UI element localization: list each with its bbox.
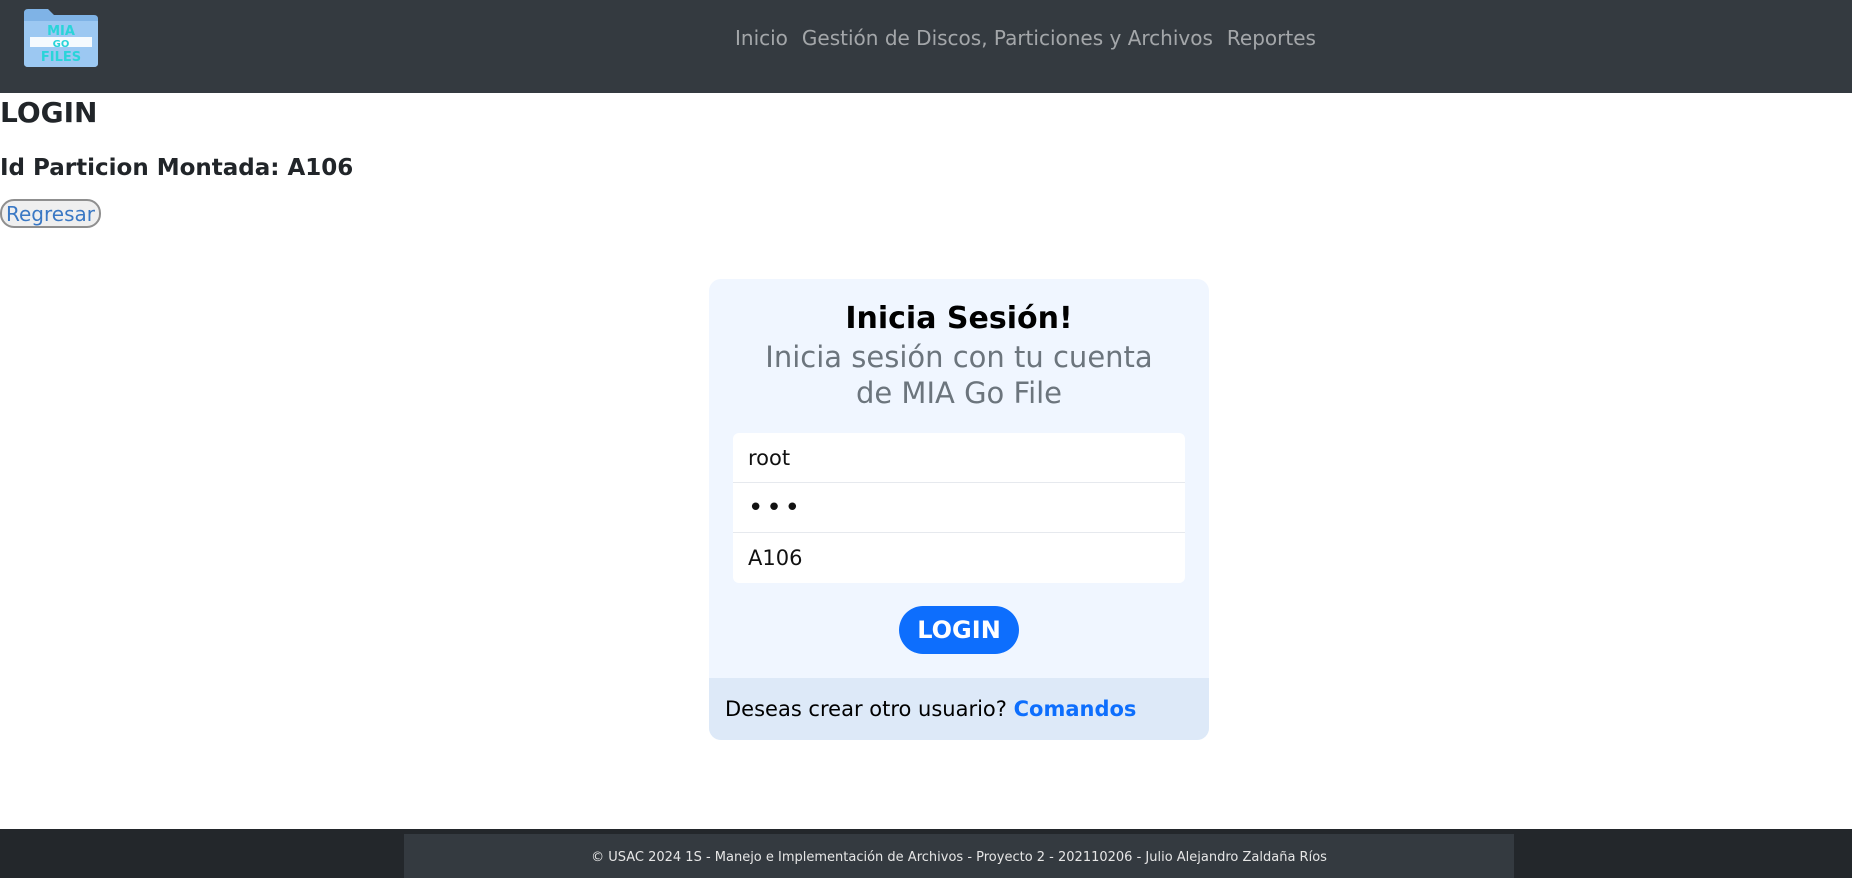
- nav-link-inicio[interactable]: Inicio: [735, 26, 788, 50]
- login-card: Inicia Sesión! Inicia sesión con tu cuen…: [709, 279, 1209, 740]
- navbar: MIA GO FILES Inicio Gestión de Discos, P…: [0, 0, 1852, 93]
- username-input[interactable]: [733, 433, 1185, 483]
- svg-text:MIA: MIA: [47, 24, 75, 39]
- login-card-title: Inicia Sesión!: [845, 301, 1073, 336]
- commands-link[interactable]: Comandos: [1014, 697, 1137, 721]
- login-card-subtitle: Inicia sesión con tu cuenta de MIA Go Fi…: [765, 340, 1153, 410]
- footer-text: © USAC 2024 1S - Manejo e Implementación…: [404, 834, 1514, 878]
- back-button[interactable]: Regresar: [0, 199, 101, 228]
- nav-link-reportes[interactable]: Reportes: [1227, 26, 1316, 50]
- nav-link-gestion[interactable]: Gestión de Discos, Particiones y Archivo…: [802, 26, 1213, 50]
- main-nav: Inicio Gestión de Discos, Particiones y …: [735, 26, 1316, 50]
- password-input[interactable]: [733, 483, 1185, 533]
- svg-text:GO: GO: [53, 39, 70, 50]
- login-button[interactable]: LOGIN: [899, 606, 1019, 654]
- mia-go-files-logo[interactable]: MIA GO FILES: [20, 7, 100, 69]
- create-user-prompt: Deseas crear otro usuario?: [725, 697, 1007, 721]
- partition-id-input[interactable]: [733, 533, 1185, 583]
- login-card-footer: Deseas crear otro usuario? Comandos: [709, 678, 1209, 740]
- mounted-partition-id: Id Particion Montada: A106: [0, 155, 354, 181]
- svg-text:FILES: FILES: [41, 50, 81, 65]
- login-form: [733, 433, 1185, 583]
- page-footer: © USAC 2024 1S - Manejo e Implementación…: [0, 829, 1852, 878]
- page-title: LOGIN: [0, 96, 98, 129]
